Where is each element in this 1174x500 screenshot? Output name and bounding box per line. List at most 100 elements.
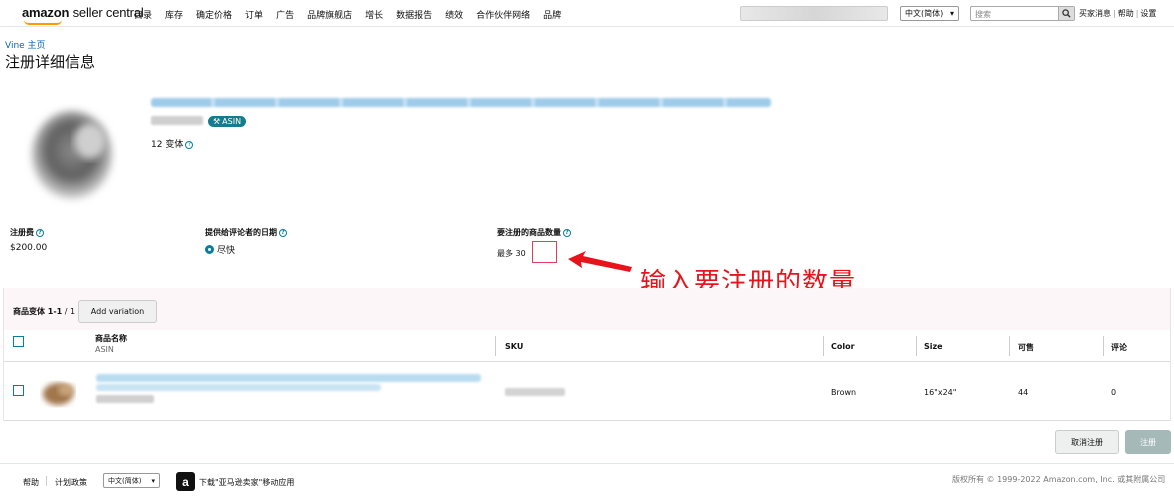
link-help[interactable]: 帮助 bbox=[1118, 9, 1134, 18]
footer: 帮助 计划政策 中文(简体) ▾ a 下载"亚马逊卖家"移动应用 版权所有 © … bbox=[0, 463, 1174, 500]
column-divider bbox=[1103, 336, 1104, 356]
column-divider bbox=[1009, 336, 1010, 356]
nav-item-stores[interactable]: 品牌旗舰店 bbox=[307, 8, 352, 21]
account-switcher[interactable] bbox=[740, 6, 888, 21]
quantity-label-text: 要注册的商品数量 bbox=[497, 228, 561, 237]
column-header-sku[interactable]: SKU bbox=[505, 342, 523, 351]
column-divider bbox=[495, 336, 496, 356]
search-input[interactable]: 搜索 bbox=[971, 7, 1058, 20]
top-links: 买家消息 | 帮助 | 设置 bbox=[1079, 8, 1156, 19]
logo-text-light: seller central bbox=[69, 5, 144, 20]
top-navigation: amazon seller central 目录 库存 确定价格 订单 广告 品… bbox=[0, 0, 1174, 27]
date-option-label: 尽快 bbox=[217, 246, 236, 256]
breadcrumb-vine-home[interactable]: Vine 主页 bbox=[5, 38, 46, 51]
help-icon[interactable]: ? bbox=[36, 229, 44, 237]
column-header-name[interactable]: 商品名称 bbox=[95, 333, 127, 344]
date-label: 提供给评论者的日期? bbox=[205, 227, 287, 238]
quantity-input[interactable] bbox=[532, 241, 557, 263]
red-arrow-icon bbox=[568, 251, 632, 272]
variation-image bbox=[43, 383, 74, 405]
nav-item-orders[interactable]: 订单 bbox=[245, 8, 263, 21]
separator: | bbox=[1135, 9, 1139, 18]
quantity-label: 要注册的商品数量? bbox=[497, 227, 571, 238]
variation-color: Brown bbox=[831, 388, 857, 397]
variation-sku bbox=[505, 388, 565, 396]
footer-language-value: 中文(简体) bbox=[108, 476, 142, 485]
amazon-app-icon[interactable]: a bbox=[176, 472, 195, 491]
help-icon[interactable]: ? bbox=[279, 229, 287, 237]
select-all-checkbox[interactable] bbox=[13, 336, 24, 347]
fee-value: $200.00 bbox=[10, 243, 48, 253]
variation-count-label: 商品变体 bbox=[13, 307, 45, 316]
column-header-reviews[interactable]: 评论 bbox=[1111, 342, 1127, 353]
variation-count-range: 1-1 bbox=[47, 307, 63, 316]
separator: | bbox=[1113, 9, 1116, 18]
help-icon[interactable]: ? bbox=[563, 229, 571, 237]
link-settings[interactable]: 设置 bbox=[1140, 9, 1156, 18]
column-header-color[interactable]: Color bbox=[831, 342, 855, 351]
column-divider bbox=[916, 336, 917, 356]
column-header-asin: ASIN bbox=[95, 345, 114, 354]
variant-count: 12 变体? bbox=[151, 137, 194, 150]
footer-policy-link[interactable]: 计划政策 bbox=[55, 477, 87, 488]
product-asin bbox=[151, 116, 203, 125]
language-select-value: 中文(简体) bbox=[905, 9, 944, 18]
column-header-size[interactable]: Size bbox=[924, 342, 943, 351]
register-button[interactable]: 注册 bbox=[1125, 430, 1171, 454]
chevron-down-icon: ▾ bbox=[151, 476, 155, 485]
variation-asin bbox=[96, 395, 154, 403]
footer-language-select[interactable]: 中文(简体) ▾ bbox=[103, 473, 160, 488]
table-row: Brown 16"x24" 44 0 bbox=[4, 362, 1170, 420]
nav-item-catalog[interactable]: 目录 bbox=[134, 8, 152, 21]
fee-label: 注册费? bbox=[10, 227, 44, 238]
nav-item-pricing[interactable]: 确定价格 bbox=[196, 8, 232, 21]
amazon-seller-central-logo[interactable]: amazon seller central bbox=[22, 5, 144, 25]
variation-header: 商品变体 1-1 / 1 Add variation bbox=[4, 288, 1170, 330]
variation-panel: 商品变体 1-1 / 1 Add variation 商品名称 ASIN SKU… bbox=[3, 288, 1171, 421]
page-title: 注册详细信息 bbox=[5, 53, 96, 71]
product-title-link[interactable] bbox=[151, 98, 771, 107]
date-label-text: 提供给评论者的日期 bbox=[205, 228, 277, 237]
tools-icon: ⚒ bbox=[213, 117, 221, 126]
language-select[interactable]: 中文(简体) ▾ bbox=[900, 6, 959, 21]
search-button[interactable] bbox=[1058, 7, 1074, 20]
footer-help-link[interactable]: 帮助 bbox=[23, 477, 39, 488]
table-header: 商品名称 ASIN SKU Color Size 可售 评论 bbox=[4, 330, 1170, 362]
logo-text-bold: amazon bbox=[22, 5, 70, 20]
add-variation-button[interactable]: Add variation bbox=[78, 300, 157, 323]
nav-item-inventory[interactable]: 库存 bbox=[165, 8, 183, 21]
link-messages[interactable]: 买家消息 bbox=[1079, 9, 1111, 18]
variation-reviews: 0 bbox=[1111, 388, 1117, 397]
row-checkbox[interactable] bbox=[13, 385, 24, 396]
search-box[interactable]: 搜索 bbox=[970, 6, 1075, 21]
chevron-down-icon: ▾ bbox=[949, 9, 954, 18]
variation-size: 16"x24" bbox=[924, 388, 957, 397]
product-image bbox=[32, 111, 112, 199]
help-icon[interactable]: ? bbox=[185, 141, 194, 149]
quantity-max: 最多 30 bbox=[497, 249, 526, 258]
column-header-available[interactable]: 可售 bbox=[1018, 342, 1034, 353]
variation-count-total: / 1 bbox=[62, 307, 76, 316]
nav-item-brands[interactable]: 品牌 bbox=[543, 8, 561, 21]
download-app-link[interactable]: 下载"亚马逊卖家"移动应用 bbox=[199, 477, 294, 488]
variation-available: 44 bbox=[1018, 388, 1029, 397]
variation-title-link[interactable] bbox=[96, 374, 481, 382]
variation-count: 商品变体 1-1 / 1 bbox=[13, 306, 75, 317]
nav-item-reports[interactable]: 数据报告 bbox=[396, 8, 432, 21]
amazon-smile-icon bbox=[24, 20, 62, 25]
column-divider bbox=[823, 336, 824, 356]
radio-selected-icon[interactable] bbox=[205, 245, 214, 254]
nav-item-growth[interactable]: 增长 bbox=[365, 8, 383, 21]
nav-item-performance[interactable]: 绩效 bbox=[445, 8, 463, 21]
fee-label-text: 注册费 bbox=[10, 228, 34, 237]
variation-title-link-line2[interactable] bbox=[96, 384, 381, 391]
date-option-asap[interactable]: 尽快 bbox=[205, 243, 235, 256]
nav-item-advertising[interactable]: 广告 bbox=[276, 8, 294, 21]
main-menu: 目录 库存 确定价格 订单 广告 品牌旗舰店 增长 数据报告 绩效 合作伙伴网络… bbox=[134, 8, 574, 21]
variant-count-label: 12 变体 bbox=[151, 140, 184, 150]
nav-item-partner-network[interactable]: 合作伙伴网络 bbox=[476, 8, 530, 21]
asin-badge-label: ASIN bbox=[222, 117, 242, 126]
cancel-registration-button[interactable]: 取消注册 bbox=[1055, 430, 1119, 454]
search-icon bbox=[1062, 9, 1071, 18]
footer-separator bbox=[46, 476, 47, 486]
